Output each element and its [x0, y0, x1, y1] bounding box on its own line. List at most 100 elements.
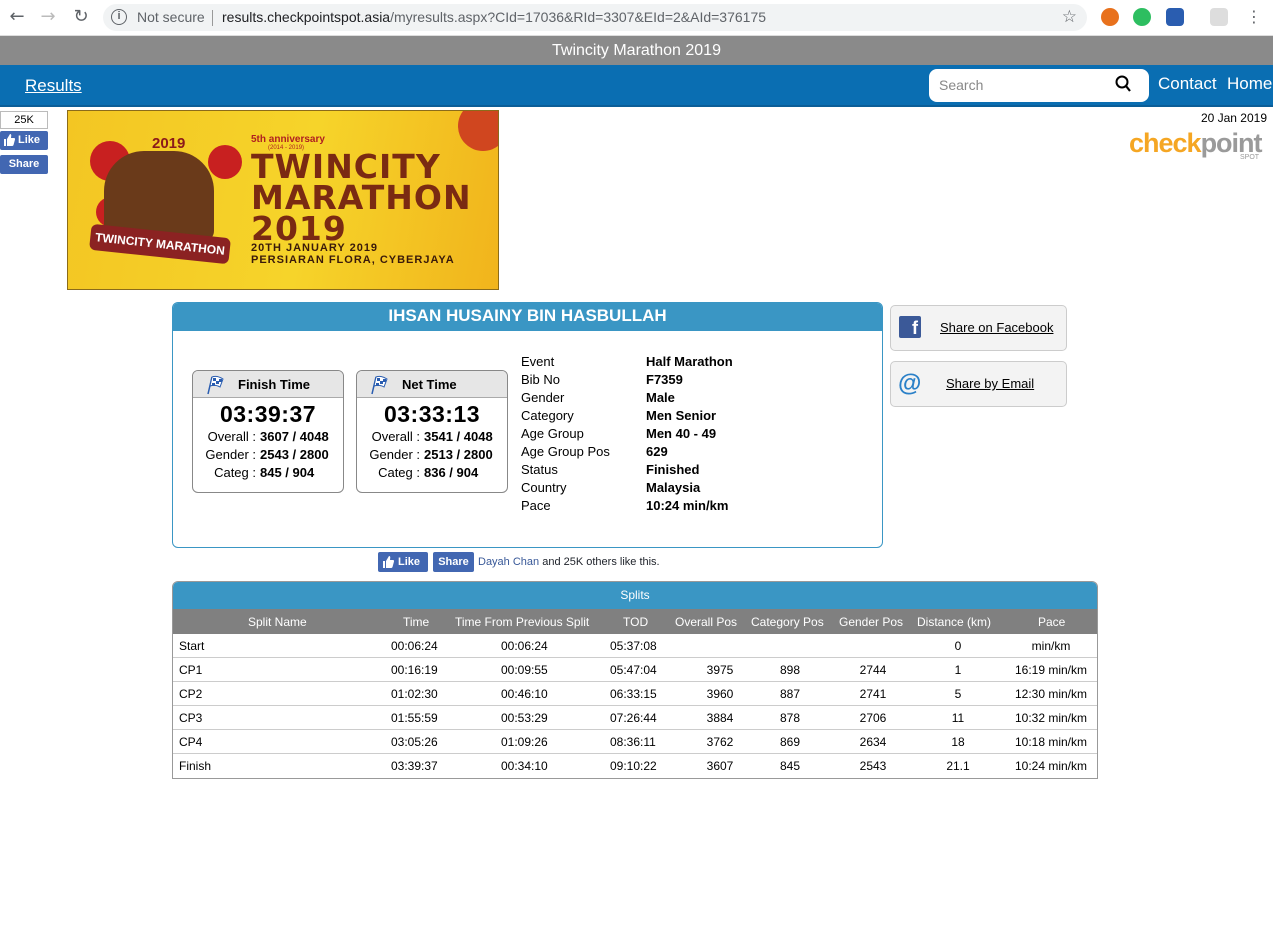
splits-body: Start 00:06:24 00:06:24 05:37:08 0 min/km CP1 0… [173, 634, 1097, 778]
col-category-pos: Category Pos [751, 615, 824, 629]
security-label[interactable]: Not secure [137, 9, 205, 25]
table-row: CP1 00:16:19 00:09:55 05:47:04 3975 898 2744 1 1… [173, 658, 1097, 682]
friend-name-link[interactable]: Dayah Chan [478, 556, 539, 568]
split-gender-pos: 2741 [859, 687, 887, 701]
finish-gender-value: 2543 / 2800 [260, 447, 329, 462]
split-category-pos: 887 [779, 687, 801, 701]
categ-label: Categ : [214, 465, 256, 480]
info-row-age-group: Age Group Men 40 - 49 [521, 425, 861, 443]
reload-icon[interactable]: ↻ [70, 6, 92, 28]
gender-label: Gender : [369, 447, 420, 462]
info-value: Half Marathon [646, 354, 733, 369]
info-row-gender: Gender Male [521, 389, 861, 407]
results-link[interactable]: Results [25, 76, 82, 96]
net-time-header: Net Time [357, 371, 507, 398]
split-distance: 11 [951, 711, 965, 725]
share-facebook-button[interactable]: f Share on Facebook [890, 305, 1067, 351]
info-value: Men 40 - 49 [646, 426, 717, 441]
split-distance: 5 [954, 687, 962, 701]
overall-label: Overall : [371, 429, 420, 444]
search-input[interactable] [939, 77, 1109, 93]
banner-anniversary: 5th anniversary [251, 134, 325, 145]
split-gender-pos: 2634 [859, 735, 887, 749]
search-icon[interactable] [1115, 75, 1131, 93]
net-gender-value: 2513 / 2800 [424, 447, 493, 462]
splits-header-row: Split Name Time Time From Previous Split… [173, 609, 1097, 634]
address-bar[interactable]: i Not secure results.checkpointspot.asia… [103, 4, 1087, 31]
event-banner: TWINCITY MARATHON 2019 5th anniversary (… [67, 110, 499, 290]
share-email-label[interactable]: Share by Email [946, 376, 1034, 391]
splits-title: Splits [173, 582, 1097, 609]
result-card: IHSAN HUSAINY BIN HASBULLAH Finish Time … [172, 302, 883, 548]
split-time-prev: 00:06:24 [501, 639, 548, 653]
finish-categ-row: Categ : 845 / 904 [193, 464, 343, 482]
facebook-like-button[interactable]: Like [0, 131, 48, 150]
table-row: Start 00:06:24 00:06:24 05:37:08 0 min/km [173, 634, 1097, 658]
info-key: Category [521, 408, 574, 423]
gender-label: Gender : [205, 447, 256, 462]
search-box[interactable] [929, 69, 1149, 102]
share-email-button[interactable]: @ Share by Email [890, 361, 1067, 407]
split-tod: 05:47:04 [610, 663, 657, 677]
hibiscus-flower-icon [458, 111, 498, 151]
info-row-age-group-pos: Age Group Pos 629 [521, 443, 861, 461]
nav-home-link[interactable]: Home [1227, 74, 1272, 94]
info-value: Malaysia [646, 480, 701, 495]
split-name: Start [179, 639, 205, 653]
split-category-pos: 845 [779, 759, 801, 773]
split-name: CP1 [179, 663, 203, 677]
email-at-icon: @ [898, 370, 922, 397]
info-key: Status [521, 462, 558, 477]
finish-overall-value: 3607 / 4048 [260, 429, 329, 444]
facebook-share-button[interactable]: Share [0, 155, 48, 174]
info-key: Age Group [521, 426, 584, 441]
back-icon[interactable]: ← [6, 6, 28, 28]
site-title-bar: Twincity Marathon 2019 [0, 36, 1273, 65]
net-time-label: Net Time [402, 377, 457, 392]
extension-image-icon[interactable] [1101, 8, 1119, 26]
net-time-box: Net Time 03:33:13 Overall : 3541 / 4048 G… [356, 370, 508, 493]
col-gender-pos: Gender Pos [839, 615, 904, 629]
share-facebook-label[interactable]: Share on Facebook [940, 320, 1053, 335]
bookmark-star-icon[interactable]: ☆ [1062, 7, 1077, 27]
split-time: 03:39:37 [391, 759, 438, 773]
info-row-category: Category Men Senior [521, 407, 861, 425]
info-key: Pace [521, 498, 551, 513]
runner-info: Event Half Marathon Bib No F7359 Gender Mal… [521, 353, 861, 515]
split-name: CP4 [179, 735, 203, 749]
net-gender-row: Gender : 2513 / 2800 [357, 446, 507, 464]
bookmark-extension-icon[interactable] [1166, 8, 1184, 26]
url-text[interactable]: results.checkpointspot.asia/myresults.as… [222, 9, 766, 25]
forward-icon[interactable]: → [37, 6, 59, 28]
like-rest-text: and 25K others like this. [539, 556, 660, 568]
evernote-icon[interactable] [1133, 8, 1151, 26]
url-host: results.checkpointspot.asia [222, 9, 391, 25]
split-tod: 07:26:44 [610, 711, 657, 725]
info-value: F7359 [646, 372, 683, 387]
split-time-prev: 00:53:29 [501, 711, 548, 725]
finish-time-label: Finish Time [238, 377, 310, 392]
hibiscus-flower-icon [208, 145, 242, 179]
thumbs-up-icon [4, 134, 15, 146]
banner-title: TWINCITY MARATHON 2019 [251, 150, 472, 245]
info-icon[interactable]: i [111, 9, 127, 25]
facebook-share-button[interactable]: Share [433, 552, 474, 572]
info-value: Finished [646, 462, 700, 477]
checkered-flag-icon [207, 375, 224, 395]
split-distance: 21.1 [946, 759, 970, 773]
split-time-prev: 00:34:10 [501, 759, 548, 773]
info-row-event: Event Half Marathon [521, 353, 861, 371]
menu-dots-icon[interactable]: ⋮ [1243, 6, 1265, 28]
finish-time-box: Finish Time 03:39:37 Overall : 3607 / 404… [192, 370, 344, 493]
profile-avatar[interactable] [1210, 8, 1228, 26]
overall-label: Overall : [207, 429, 256, 444]
nav-contact-link[interactable]: Contact [1158, 74, 1217, 94]
split-overall-pos: 3607 [706, 759, 734, 773]
col-distance: Distance (km) [917, 615, 992, 629]
facebook-like-button[interactable]: Like [378, 552, 428, 572]
checkered-flag-icon [371, 375, 388, 395]
info-row-country: Country Malaysia [521, 479, 861, 497]
net-overall-value: 3541 / 4048 [424, 429, 493, 444]
facebook-icon: f [899, 316, 921, 338]
browser-toolbar: ← → ↻ i Not secure results.checkpointspo… [0, 0, 1273, 36]
